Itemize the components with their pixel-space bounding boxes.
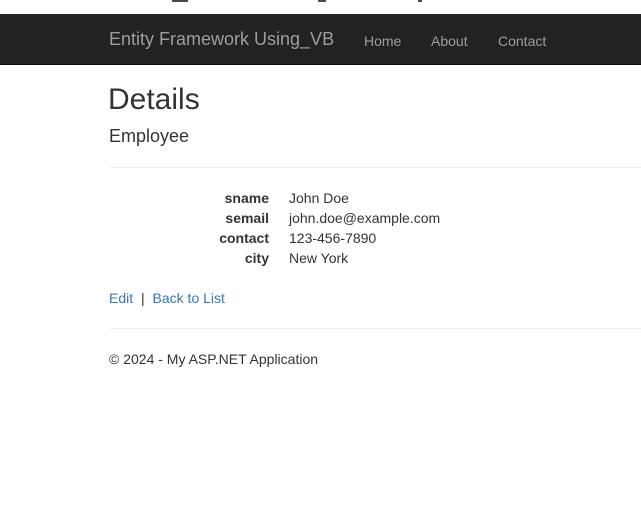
detail-value: 123-456-7890: [289, 230, 377, 246]
separator: |: [141, 290, 145, 306]
detail-label: sname: [224, 190, 269, 206]
cropped-graphic: [318, 0, 326, 2]
page-subtitle: Employee: [109, 126, 190, 146]
cropped-graphic: [418, 0, 422, 2]
actions: Edit | Back to List: [109, 288, 225, 308]
footer-copyright: © 2024 - My ASP.NET Application: [109, 351, 319, 367]
footer-divider: [109, 328, 641, 329]
detail-value: New York: [289, 250, 349, 266]
edit-link[interactable]: Edit: [109, 290, 133, 306]
detail-row-semail: semail john.doe@example.com: [109, 208, 641, 228]
nav-home-link[interactable]: Home: [364, 31, 401, 51]
brand-link[interactable]: Entity Framework Using_VB: [109, 29, 334, 49]
detail-label: semail: [225, 210, 269, 226]
detail-row-city: city New York: [109, 248, 641, 268]
divider: [109, 167, 641, 168]
detail-value: john.doe@example.com: [289, 210, 441, 226]
detail-value: John Doe: [289, 190, 349, 206]
detail-label: city: [244, 250, 269, 266]
nav-about-link[interactable]: About: [431, 31, 468, 51]
top-strip: [0, 0, 641, 14]
detail-row-sname: sname John Doe: [109, 188, 641, 208]
page-title: Details: [108, 83, 200, 116]
detail-row-contact: contact 123-456-7890: [109, 228, 641, 248]
nav-contact-link[interactable]: Contact: [498, 31, 546, 51]
cropped-graphic: [172, 0, 188, 2]
navbar: Entity Framework Using_VB Home About Con…: [0, 14, 641, 65]
back-to-list-link[interactable]: Back to List: [153, 290, 225, 306]
detail-label: contact: [219, 230, 269, 246]
